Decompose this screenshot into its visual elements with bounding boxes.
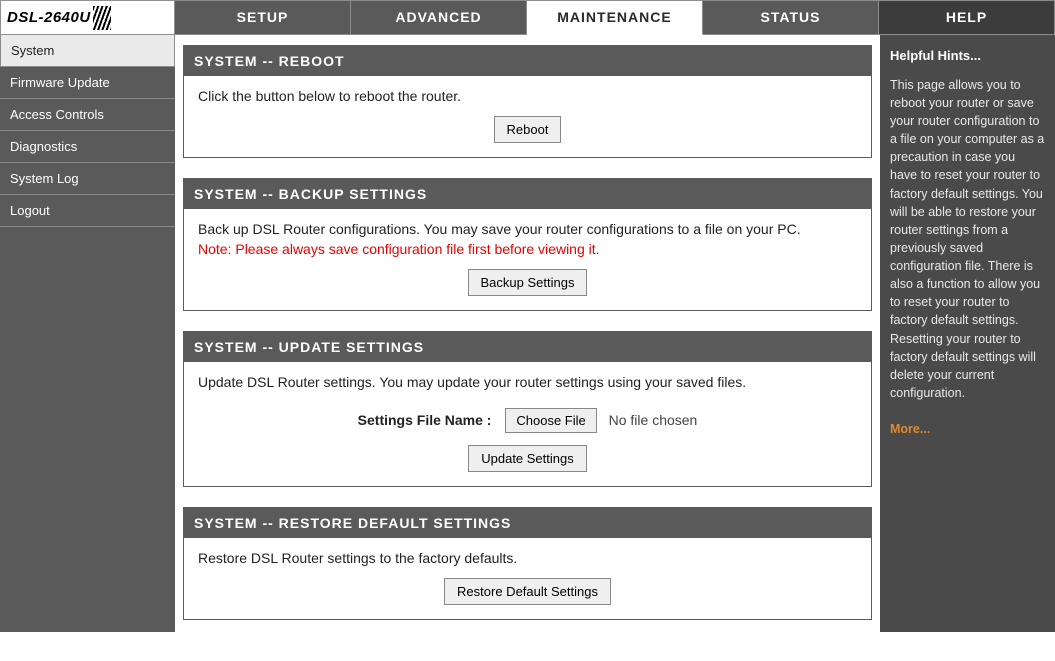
help-body: This page allows you to reboot your rout… (890, 76, 1045, 402)
panel-backup-title: SYSTEM -- BACKUP SETTINGS (184, 179, 871, 209)
panel-reboot-text: Click the button below to reboot the rou… (198, 88, 857, 104)
update-settings-button[interactable]: Update Settings (468, 445, 587, 472)
restore-default-button[interactable]: Restore Default Settings (444, 578, 611, 605)
logo-model: DSL-2640U (7, 9, 91, 26)
tab-status[interactable]: STATUS (703, 0, 879, 35)
sidebar: System Firmware Update Access Controls D… (0, 35, 175, 632)
choose-file-button[interactable]: Choose File (505, 408, 596, 433)
main-content: SYSTEM -- REBOOT Click the button below … (175, 35, 880, 632)
file-chosen-status: No file chosen (609, 412, 698, 428)
panel-backup-text: Back up DSL Router configurations. You m… (198, 221, 857, 237)
reboot-button[interactable]: Reboot (494, 116, 562, 143)
panel-update-title: SYSTEM -- UPDATE SETTINGS (184, 332, 871, 362)
sidebar-item-diagnostics[interactable]: Diagnostics (0, 131, 175, 163)
panel-restore-text: Restore DSL Router settings to the facto… (198, 550, 857, 566)
help-panel: Helpful Hints... This page allows you to… (880, 35, 1055, 632)
logo-stripes-icon (93, 6, 111, 30)
sidebar-item-access-controls[interactable]: Access Controls (0, 99, 175, 131)
sidebar-item-system[interactable]: System (0, 35, 175, 67)
tab-advanced[interactable]: ADVANCED (351, 0, 527, 35)
top-tabs: SETUP ADVANCED MAINTENANCE STATUS HELP (175, 0, 1055, 35)
panel-update-text: Update DSL Router settings. You may upda… (198, 374, 857, 390)
panel-restore-title: SYSTEM -- RESTORE DEFAULT SETTINGS (184, 508, 871, 538)
panel-reboot: SYSTEM -- REBOOT Click the button below … (183, 45, 872, 158)
tab-setup[interactable]: SETUP (175, 0, 351, 35)
panel-restore: SYSTEM -- RESTORE DEFAULT SETTINGS Resto… (183, 507, 872, 620)
logo: DSL-2640U (0, 0, 175, 35)
sidebar-item-system-log[interactable]: System Log (0, 163, 175, 195)
panel-reboot-title: SYSTEM -- REBOOT (184, 46, 871, 76)
tab-maintenance[interactable]: MAINTENANCE (527, 0, 703, 35)
sidebar-item-logout[interactable]: Logout (0, 195, 175, 227)
help-more-link[interactable]: More... (890, 420, 930, 438)
settings-file-label: Settings File Name : (358, 412, 492, 428)
panel-update: SYSTEM -- UPDATE SETTINGS Update DSL Rou… (183, 331, 872, 487)
panel-backup: SYSTEM -- BACKUP SETTINGS Back up DSL Ro… (183, 178, 872, 311)
tab-help[interactable]: HELP (879, 0, 1055, 35)
sidebar-item-firmware-update[interactable]: Firmware Update (0, 67, 175, 99)
help-heading: Helpful Hints... (890, 47, 1045, 66)
panel-backup-note: Note: Please always save configuration f… (198, 241, 857, 257)
backup-settings-button[interactable]: Backup Settings (468, 269, 588, 296)
